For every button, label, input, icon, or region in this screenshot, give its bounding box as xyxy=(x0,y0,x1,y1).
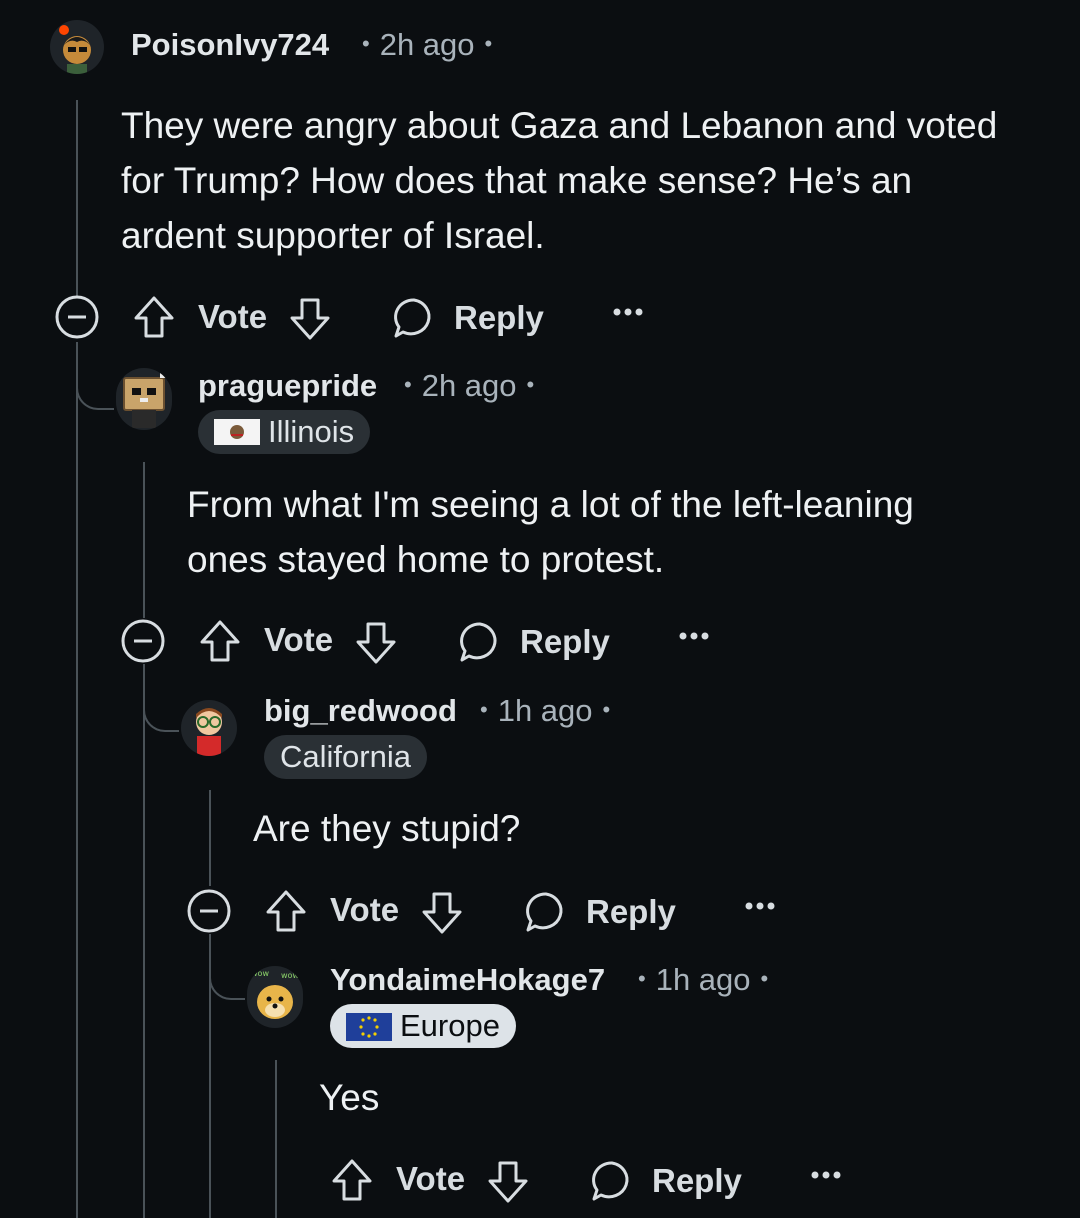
comment-body-line: Yes xyxy=(319,1077,380,1118)
reply-bubble-icon xyxy=(524,890,568,934)
vote-label: Vote xyxy=(330,891,400,928)
comment-body-line: for Trump? How does that make sense? He’… xyxy=(121,160,913,201)
thread-branch xyxy=(76,378,114,410)
reply-label: Reply xyxy=(520,623,610,660)
comment-body-line: From what I'm seeing a lot of the left-l… xyxy=(187,484,914,525)
downvote-icon xyxy=(420,890,464,936)
thread-line xyxy=(209,790,211,886)
comment-timestamp: 2h ago xyxy=(379,27,475,62)
reply-button[interactable]: Reply xyxy=(392,296,544,340)
downvote-icon xyxy=(486,1159,530,1205)
thread-line xyxy=(76,342,78,1218)
upvote-icon xyxy=(264,888,308,934)
comment-body-line: They were angry about Gaza and Lebanon a… xyxy=(121,105,998,146)
comment-username[interactable]: praguepride xyxy=(198,368,377,404)
comment-body: Yes xyxy=(319,1070,1039,1125)
more-options-icon xyxy=(810,1169,842,1181)
thread-line xyxy=(76,100,78,296)
thread-branch xyxy=(209,968,245,1000)
upvote-button[interactable] xyxy=(330,1157,374,1203)
user-flair: California xyxy=(264,735,427,779)
reply-label: Reply xyxy=(652,1162,742,1199)
downvote-icon xyxy=(288,296,332,342)
more-options-button[interactable] xyxy=(810,1169,842,1181)
collapse-icon xyxy=(186,888,232,934)
comment-body-line: Are they stupid? xyxy=(253,808,521,849)
thread-branch xyxy=(143,700,179,732)
downvote-button[interactable] xyxy=(420,890,464,936)
comment-meta: • 2h ago • xyxy=(404,368,535,403)
flair-label: Europe xyxy=(400,1008,500,1043)
comment-timestamp: 2h ago xyxy=(421,368,517,403)
reply-bubble-icon xyxy=(590,1159,634,1203)
thread-line xyxy=(143,664,145,1218)
upvote-icon xyxy=(132,294,176,340)
reply-bubble-icon xyxy=(458,620,502,664)
svg-text:wow: wow xyxy=(251,969,269,978)
user-flair: Illinois xyxy=(198,410,371,454)
upvote-button[interactable] xyxy=(198,618,242,664)
downvote-button[interactable] xyxy=(486,1159,530,1205)
vote-label: Vote xyxy=(198,298,268,335)
comment-username[interactable]: PoisonIvy724 xyxy=(131,27,329,63)
avatar[interactable] xyxy=(181,700,237,756)
downvote-button[interactable] xyxy=(354,620,398,666)
comment-timestamp: 1h ago xyxy=(497,693,593,728)
comment-timestamp: 1h ago xyxy=(655,962,751,997)
more-options-icon xyxy=(612,306,644,318)
collapse-button[interactable] xyxy=(120,618,166,664)
illinois-flag-icon xyxy=(214,419,260,445)
comment-body-line: ardent supporter of Israel. xyxy=(121,215,545,256)
thread-line xyxy=(275,1060,277,1218)
thread-line xyxy=(143,462,145,618)
reply-button[interactable]: Reply xyxy=(590,1159,742,1203)
avatar[interactable] xyxy=(116,368,172,430)
more-options-icon xyxy=(744,900,776,912)
comment-meta: • 1h ago • xyxy=(638,962,769,997)
vote-label: Vote xyxy=(264,621,334,658)
comment-username[interactable]: YondaimeHokage7 xyxy=(330,962,605,998)
collapse-button[interactable] xyxy=(54,294,100,340)
more-options-button[interactable] xyxy=(612,306,644,318)
vote-label: Vote xyxy=(396,1160,466,1197)
eu-flag-icon xyxy=(346,1013,392,1041)
upvote-icon xyxy=(198,618,242,664)
comment-body-line: ones stayed home to protest. xyxy=(187,539,665,580)
avatar[interactable] xyxy=(50,20,104,74)
flair-label: California xyxy=(280,739,411,774)
collapse-icon xyxy=(54,294,100,340)
comment-body: From what I'm seeing a lot of the left-l… xyxy=(187,477,1047,587)
collapse-button[interactable] xyxy=(186,888,232,934)
upvote-button[interactable] xyxy=(264,888,308,934)
downvote-button[interactable] xyxy=(288,296,332,342)
more-options-icon xyxy=(678,630,710,642)
comment-meta: • 1h ago • xyxy=(480,693,611,728)
collapse-icon xyxy=(120,618,166,664)
downvote-icon xyxy=(354,620,398,666)
reply-label: Reply xyxy=(454,299,544,336)
comment-body: Are they stupid? xyxy=(253,801,1033,856)
user-flair: Europe xyxy=(330,1004,516,1048)
upvote-button[interactable] xyxy=(132,294,176,340)
flair-label: Illinois xyxy=(268,414,355,449)
comment-body: They were angry about Gaza and Lebanon a… xyxy=(121,98,1051,263)
reply-label: Reply xyxy=(586,893,676,930)
reply-button[interactable]: Reply xyxy=(458,620,610,664)
comment-username[interactable]: big_redwood xyxy=(264,693,457,729)
reply-button[interactable]: Reply xyxy=(524,890,676,934)
comment-meta: • 2h ago • xyxy=(362,27,493,62)
svg-text:wow: wow xyxy=(281,971,299,980)
upvote-icon xyxy=(330,1157,374,1203)
avatar[interactable]: wow wow xyxy=(247,966,303,1028)
more-options-button[interactable] xyxy=(678,630,710,642)
reply-bubble-icon xyxy=(392,296,436,340)
more-options-button[interactable] xyxy=(744,900,776,912)
